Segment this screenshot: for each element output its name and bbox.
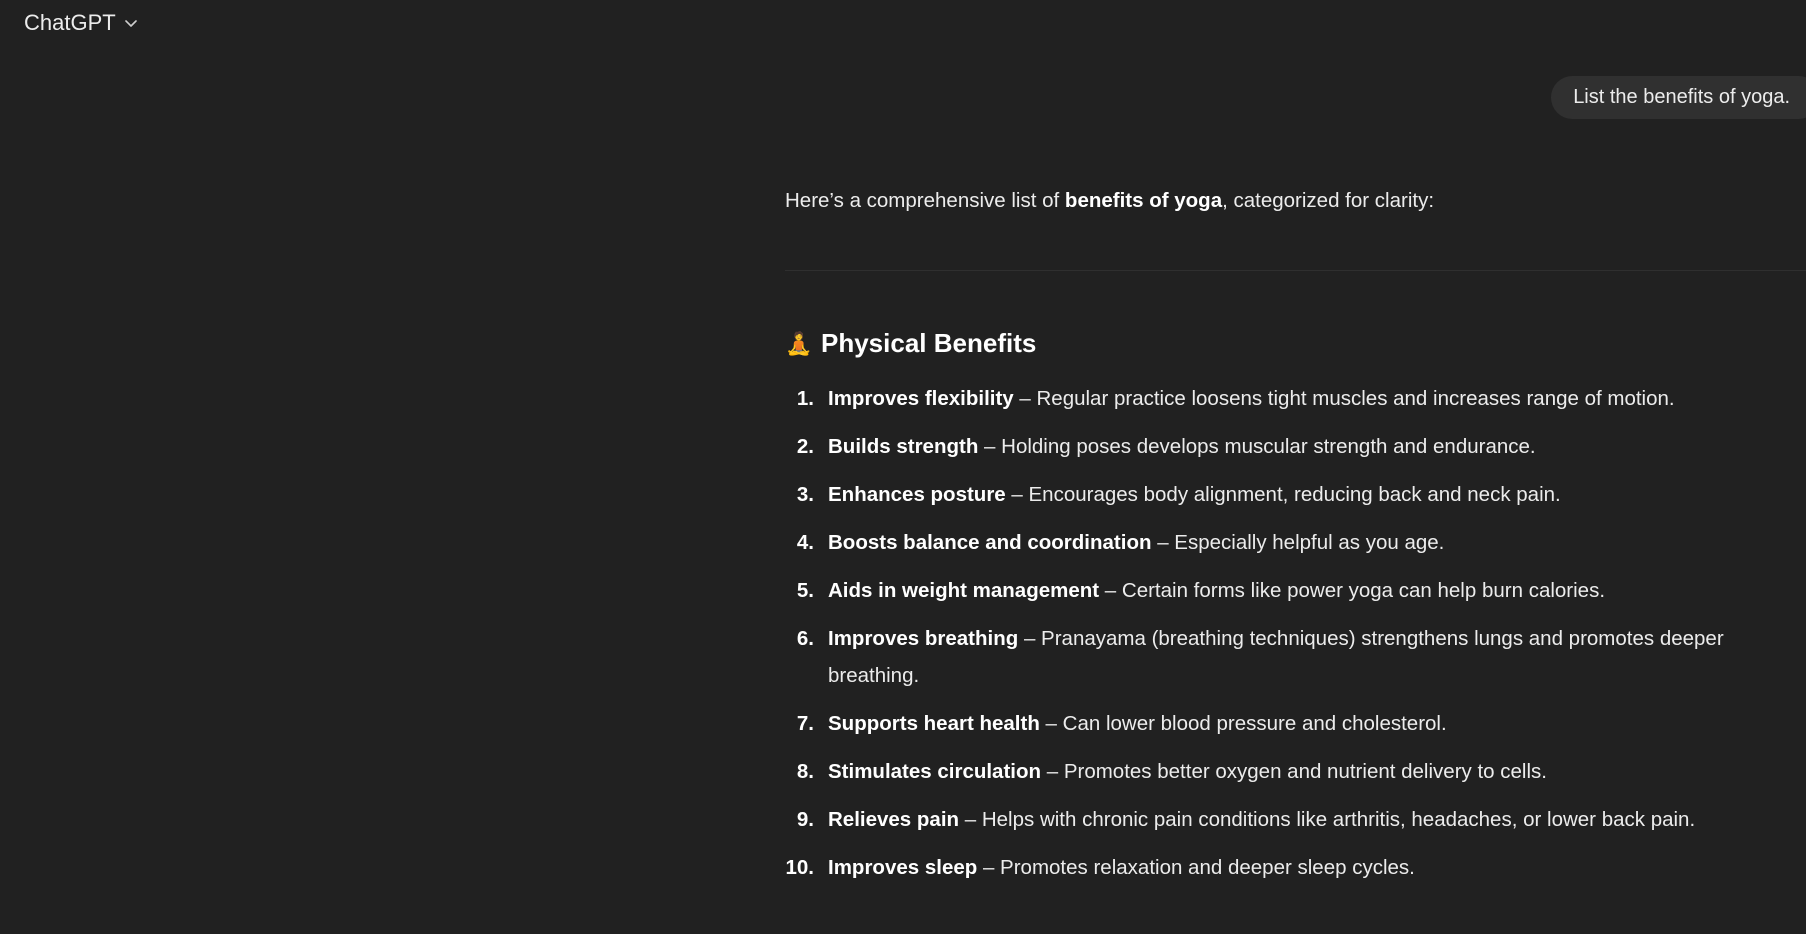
list-item-description: – Encourages body alignment, reducing ba…: [1005, 483, 1561, 506]
list-item-title: Supports heart health: [828, 712, 1040, 735]
list-item: 9. Relieves pain – Helps with chronic pai…: [780, 801, 1806, 838]
list-item-number: 4.: [796, 531, 814, 554]
list-item-body: Improves sleep – Promotes relaxation and…: [828, 849, 1806, 886]
list-item-description: – Especially helpful as you age.: [1151, 531, 1445, 554]
list-item-number: 6.: [796, 627, 814, 650]
model-selector[interactable]: ChatGPT: [24, 10, 138, 36]
list-item-number: 8.: [796, 760, 814, 783]
list-item: 2. Builds strength – Holding poses develo…: [780, 428, 1806, 465]
list-item-body: Supports heart health – Can lower blood …: [828, 705, 1806, 742]
assistant-message: Here’s a comprehensive list of benefits …: [785, 186, 1806, 216]
list-item-description: – Can lower blood pressure and cholester…: [1039, 712, 1447, 735]
list-item-body: Aids in weight management – Certain form…: [828, 572, 1806, 609]
intro-bold: benefits of yoga: [1064, 189, 1223, 212]
user-message-text: List the benefits of yoga.: [1573, 86, 1790, 108]
list-item-body: Improves flexibility – Regular practice …: [828, 380, 1806, 417]
section-heading: 🧘 Physical Benefits: [785, 328, 1036, 359]
list-item-title: Stimulates circulation: [828, 760, 1042, 783]
list-item-title: Builds strength: [828, 435, 979, 458]
meditation-icon: 🧘: [785, 330, 813, 356]
list-item: 1. Improves flexibility – Regular practic…: [780, 380, 1806, 417]
user-message-bubble: List the benefits of yoga.: [1551, 76, 1806, 119]
list-item-number: 5.: [796, 579, 814, 602]
divider: [785, 270, 1806, 271]
list-item: 3. Enhances posture – Encourages body ali…: [780, 476, 1806, 513]
list-item: 10. Improves sleep – Promotes relaxation …: [780, 849, 1806, 886]
list-item-description: – Holding poses develops muscular streng…: [978, 435, 1536, 458]
list-item-description: – Certain forms like power yoga can help…: [1099, 579, 1606, 602]
list-item-description: – Regular practice loosens tight muscles…: [1013, 387, 1675, 410]
list-item-description: – Promotes better oxygen and nutrient de…: [1041, 760, 1547, 783]
model-name[interactable]: ChatGPT: [24, 10, 116, 36]
list-item-number: 10.: [785, 856, 815, 879]
list-item-title: Aids in weight management: [828, 579, 1100, 602]
list-item-title: Relieves pain: [828, 808, 960, 831]
list-item-body: Boosts balance and coordination – Especi…: [828, 524, 1806, 561]
benefits-list: 1. Improves flexibility – Regular practic…: [780, 380, 1806, 897]
list-item: 4. Boosts balance and coordination – Espe…: [780, 524, 1806, 561]
list-item-number: 7.: [796, 712, 814, 735]
list-item-number: 9.: [796, 808, 814, 831]
list-item: 8. Stimulates circulation – Promotes bett…: [780, 753, 1806, 790]
assistant-intro: Here’s a comprehensive list of benefits …: [785, 186, 1806, 216]
intro-suffix: , categorized for clarity:: [1222, 189, 1435, 212]
list-item: 6. Improves breathing – Pranayama (breath…: [780, 620, 1806, 694]
chevron-down-icon[interactable]: [124, 16, 138, 30]
list-item-title: Improves sleep: [828, 856, 978, 879]
list-item-body: Improves breathing – Pranayama (breathin…: [828, 620, 1806, 694]
list-item-number: 2.: [796, 435, 814, 458]
list-item-number: 1.: [796, 387, 814, 410]
list-item-title: Boosts balance and coordination: [828, 531, 1152, 554]
list-item: 5. Aids in weight management – Certain fo…: [780, 572, 1806, 609]
list-item-number: 3.: [796, 483, 814, 506]
list-item-body: Stimulates circulation – Promotes better…: [828, 753, 1806, 790]
list-item-title: Improves breathing: [828, 627, 1019, 650]
list-item-body: Builds strength – Holding poses develops…: [828, 428, 1806, 465]
section-title: Physical Benefits: [821, 328, 1037, 358]
list-item-body: Relieves pain – Helps with chronic pain …: [828, 801, 1806, 838]
list-item: 7. Supports heart health – Can lower bloo…: [780, 705, 1806, 742]
list-item-title: Enhances posture: [828, 483, 1006, 506]
list-item-body: Enhances posture – Encourages body align…: [828, 476, 1806, 513]
intro-prefix: Here’s a comprehensive list of: [785, 189, 1065, 212]
list-item-description: – Helps with chronic pain conditions lik…: [959, 808, 1696, 831]
list-item-title: Improves flexibility: [828, 387, 1014, 410]
list-item-description: – Promotes relaxation and deeper sleep c…: [977, 856, 1415, 879]
